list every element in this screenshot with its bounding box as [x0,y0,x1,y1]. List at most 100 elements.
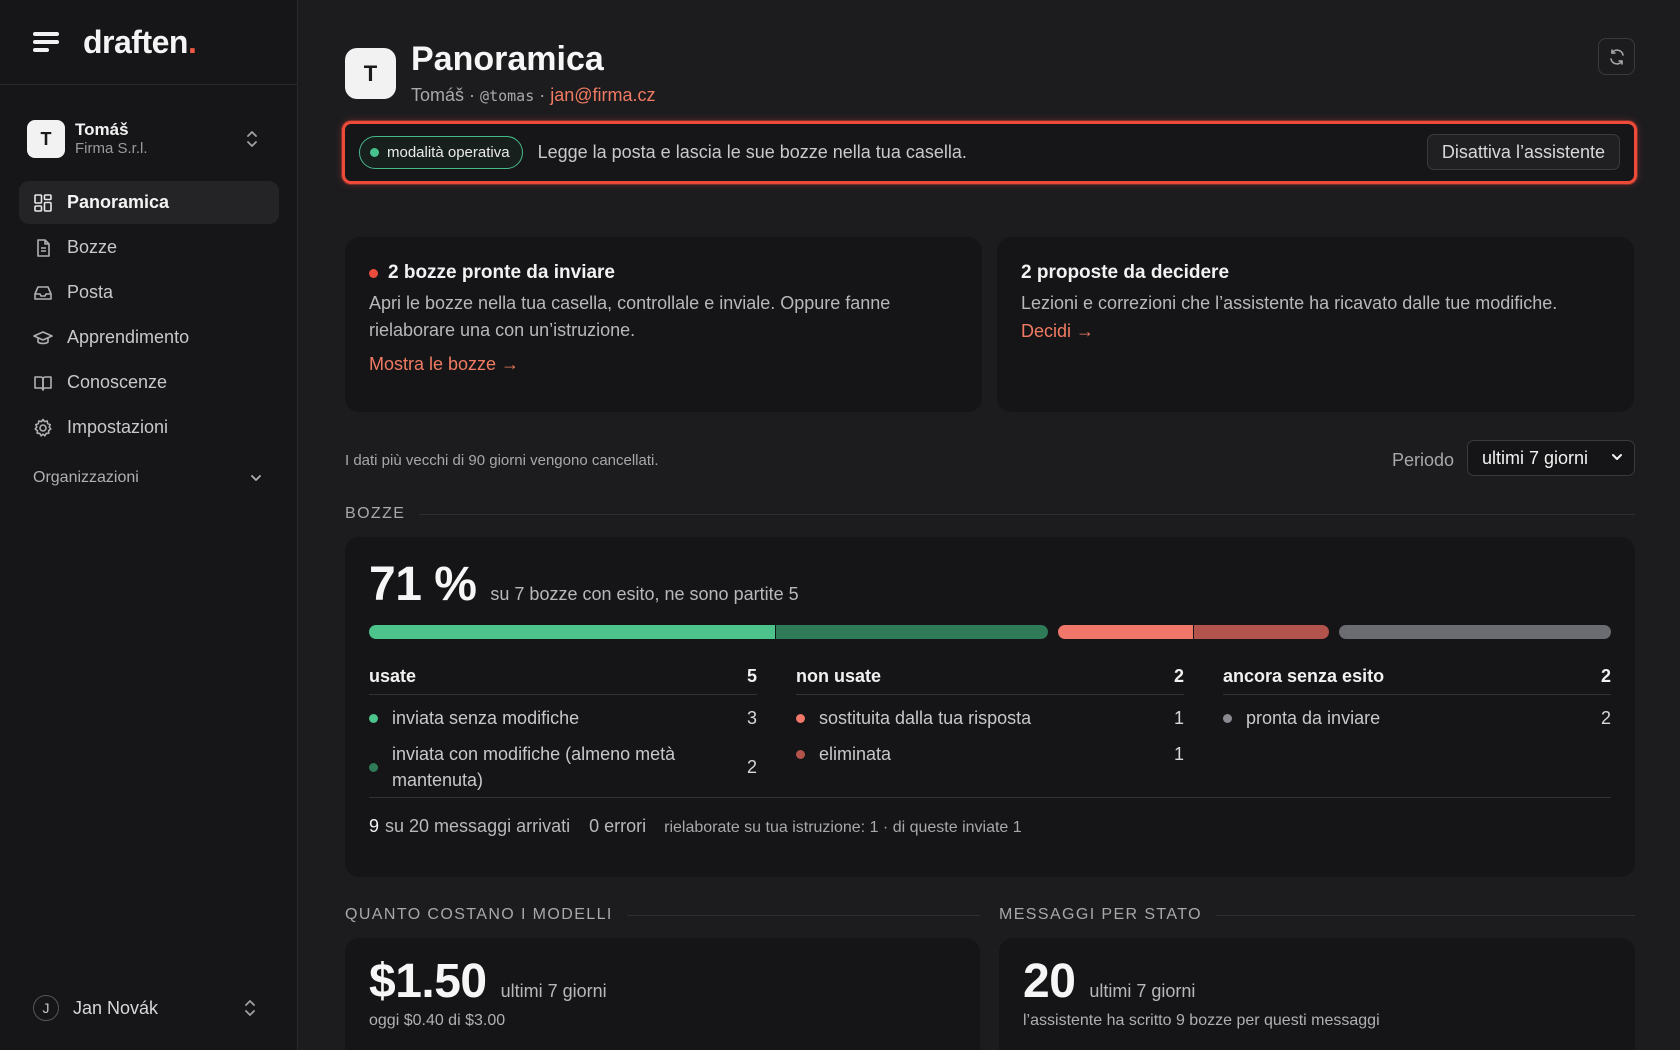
column-pending: ancora senza esito 2 pronta da inviare 2 [1223,659,1611,731]
column-used: usate 5 inviata senza modifiche 3 inviat… [369,659,757,793]
user-name: Jan Novák [73,997,159,1018]
list-item: eliminata 1 [796,741,1184,767]
list-item: sostituita dalla tua risposta 1 [796,705,1184,731]
column-title: usate [369,666,417,686]
graduation-cap-icon [33,328,53,348]
period-label: Periodo [1391,450,1454,470]
sidebar-item-label: Conoscenze [67,372,168,392]
card-text: Apri le bozze nella tua casella, control… [369,293,891,340]
costs-card: $1.50 ultimi 7 giorni oggi $0.40 di $3.0… [345,938,980,1050]
bar-segment-deleted [1193,625,1330,639]
refresh-icon [1609,48,1624,65]
bullet-icon [369,762,378,772]
bar-segment-sent-edited [776,625,1048,639]
sidebar-item-posta[interactable]: Posta [19,271,279,314]
user-menu[interactable]: J Jan Novák [33,993,263,1023]
outcome-bar [369,625,1611,639]
period-select[interactable]: ultimi 7 giorni [1467,440,1635,476]
messages-count: 20 [1023,955,1076,1008]
sidebar-item-panoramica[interactable]: Panoramica [19,181,279,224]
bar-segment-pending [1339,625,1611,639]
reworked-stats: rielaborate su tua istruzione: 1 · di qu… [664,819,1022,836]
cost-amount: $1.50 [369,955,487,1008]
sidebar-item-apprendimento[interactable]: Apprendimento [19,316,279,359]
bullet-icon [369,713,378,723]
profile-handle: @tomas [480,87,535,105]
cost-period: ultimi 7 giorni [500,981,607,1001]
arrived-count: 9 [369,816,380,836]
usage-percent: 71 % [369,558,477,611]
arrived-text: su 20 messaggi arrivati [385,816,571,836]
card-text: Lezioni e correzioni che l’assistente ha… [1021,293,1558,313]
bullet-icon [796,749,805,759]
card-title: 2 bozze pronte da inviare [388,262,615,283]
document-icon [33,238,53,258]
decide-link[interactable]: Decidi → [1021,321,1094,342]
list-item: inviata senza modifiche 3 [369,705,757,731]
sidebar-nav: Panoramica Bozze Posta Apprendimento Con… [19,181,279,451]
section-label-messages: MESSAGGI PER STATO [999,906,1635,924]
sidebar-item-conoscenze[interactable]: Conoscenze [19,361,279,404]
column-title: non usate [796,666,882,686]
status-dot-icon [370,148,379,157]
messages-period: ultimi 7 giorni [1089,981,1196,1001]
inbox-icon [33,283,53,303]
account-switcher[interactable]: T Tomáš Firma S.r.l. [27,115,277,163]
alert-dot-icon [369,268,378,278]
show-drafts-link[interactable]: Mostra le bozze → [369,354,519,375]
section-label-costs: QUANTO COSTANO I MODELLI [345,906,980,924]
banner-text: Legge la posta e lascia le sue bozze nel… [537,142,967,162]
sidebar-item-label: Posta [67,282,114,302]
sidebar: draften. T Tomáš Firma S.r.l. Panoramica… [0,0,298,1050]
menu-icon[interactable] [33,32,59,52]
user-avatar: J [33,995,59,1021]
account-avatar: T [27,120,65,158]
column-total: 5 [746,666,757,686]
messages-note: l’assistente ha scritto 9 bozze per ques… [1023,1012,1380,1029]
logo[interactable]: draften. [83,24,197,61]
sidebar-item-label: Bozze [67,237,118,257]
bar-segment-sent-unchanged [369,625,776,639]
profile-subtitle: Tomáš · @tomas · jan@firma.cz [411,85,656,105]
retention-note: I dati più vecchi di 90 giorni vengono c… [345,452,659,469]
errors-count: 0 errori [589,816,647,836]
refresh-button[interactable] [1598,38,1635,75]
drafts-stats-card: 71 % su 7 bozze con esito, ne sono parti… [345,537,1635,877]
period-row: I dati più vecchi di 90 giorni vengono c… [345,440,1635,480]
list-item: inviata con modifiche (almeno metà mante… [369,741,757,793]
chevron-updown-icon [247,131,257,147]
profile-email-link[interactable]: jan@firma.cz [550,85,655,105]
bar-segment-replaced [1057,625,1193,639]
usage-summary: su 7 bozze con esito, ne sono partite 5 [490,584,799,604]
organizations-toggle[interactable]: Organizzazioni [33,467,263,489]
account-org: Firma S.r.l. [75,140,148,158]
page-header: T Panoramica Tomáš · @tomas · jan@firma.… [345,38,1635,110]
drafts-footer: 9 su 20 messaggi arrivati 0 errori riela… [369,797,1611,837]
sidebar-item-impostazioni[interactable]: Impostazioni [19,406,279,449]
list-item: pronta da inviare 2 [1223,705,1611,731]
column-total: 2 [1600,666,1611,686]
assistant-mode-banner: modalità operativa Legge la posta e lasc… [342,121,1637,184]
chevron-down-icon [1612,454,1622,460]
messages-card: 20 ultimi 7 giorni l’assistente ha scrit… [999,938,1635,1050]
drafts-ready-card: 2 bozze pronte da inviare Apri le bozze … [345,237,982,412]
account-name: Tomáš [75,120,129,139]
chevron-updown-icon [245,1000,255,1016]
book-icon [33,373,53,393]
deactivate-assistant-button[interactable]: Disattiva l’assistente [1426,134,1620,170]
cost-today: oggi $0.40 di $3.00 [369,1012,506,1029]
sidebar-item-label: Apprendimento [67,327,190,347]
chevron-down-icon [251,475,261,481]
section-label-bozze: BOZZE [345,505,1635,523]
proposals-card: 2 proposte da decidere Lezioni e correzi… [997,237,1634,412]
column-total: 2 [1173,666,1184,686]
profile-avatar: T [345,48,396,99]
main-content: T Panoramica Tomáš · @tomas · jan@firma.… [342,0,1637,1050]
organizations-label: Organizzazioni [33,469,139,486]
brand-header: draften. [0,0,297,85]
dashboard-icon [33,193,53,213]
page-title: Panoramica [411,40,604,78]
sidebar-item-bozze[interactable]: Bozze [19,226,279,269]
mode-badge: modalità operativa [359,136,523,169]
gear-icon [33,418,53,438]
